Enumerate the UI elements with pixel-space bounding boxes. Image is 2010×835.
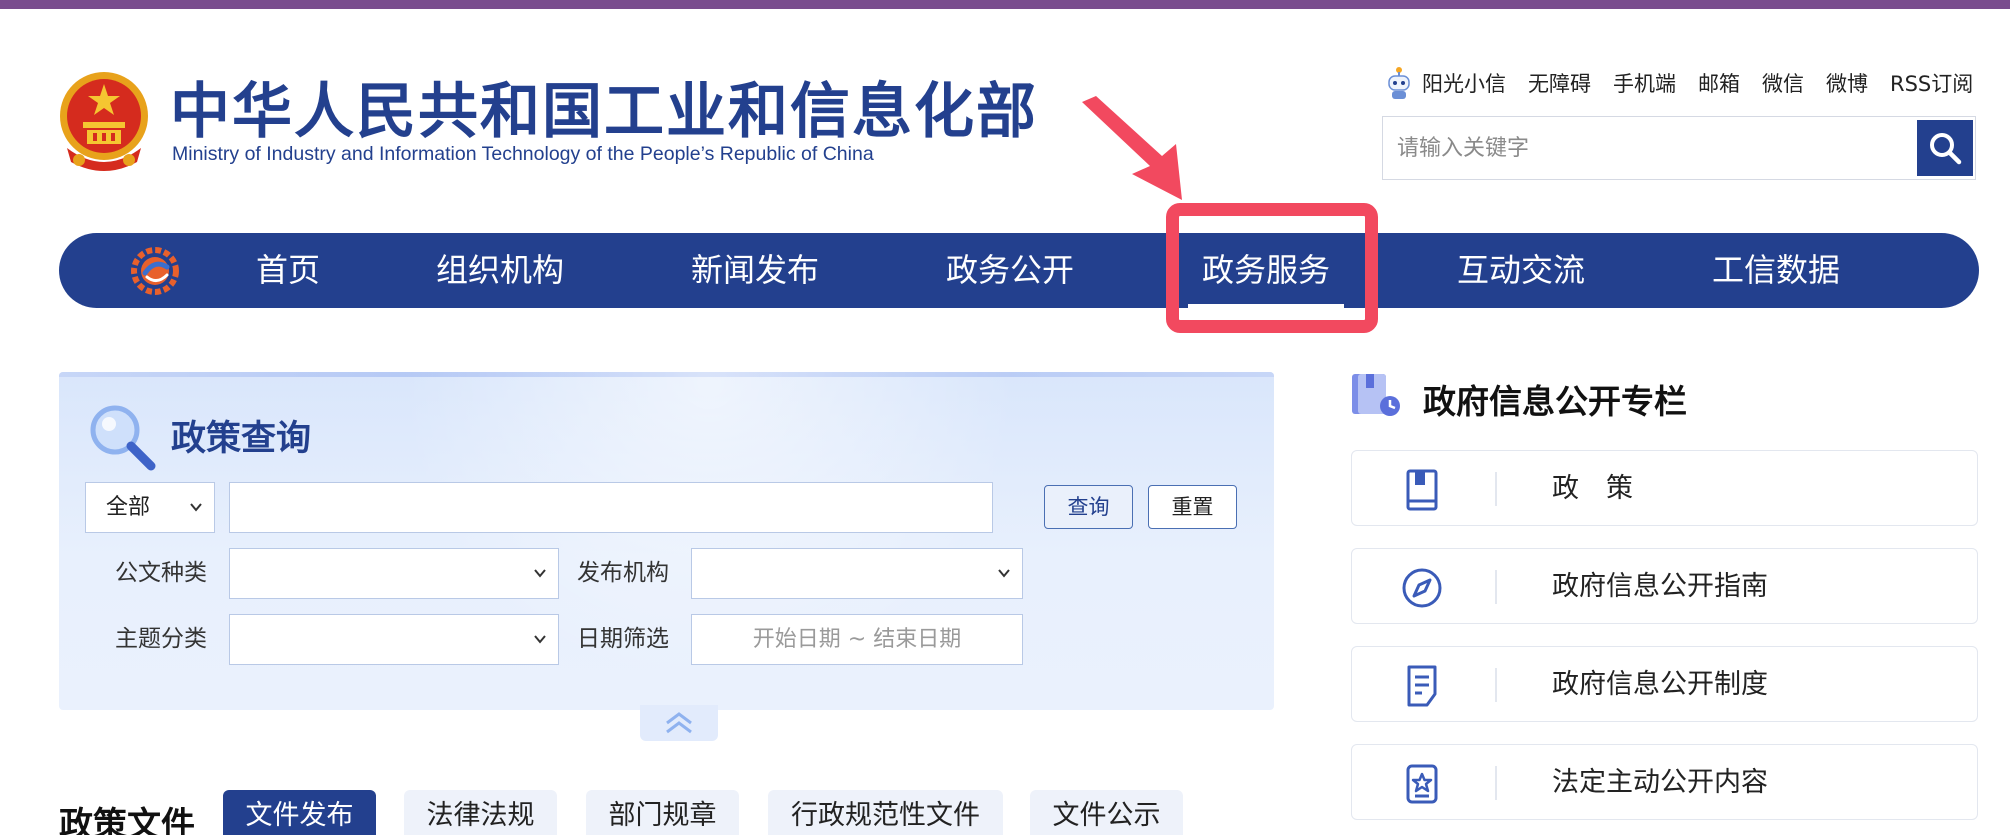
gov-item-system[interactable]: 政府信息公开制度	[1351, 646, 1978, 722]
robot-icon[interactable]	[1384, 66, 1414, 100]
magnifier-icon	[85, 400, 157, 472]
main-nav: 首页 组织机构 新闻发布 政务公开 政务服务 互动交流 工信数据	[59, 233, 1979, 308]
search-icon	[1930, 133, 1962, 165]
separator	[1495, 570, 1497, 604]
search-button[interactable]	[1917, 120, 1973, 176]
query-button[interactable]: 查询	[1044, 485, 1133, 529]
book-icon	[1406, 469, 1438, 511]
publisher-label: 发布机构	[577, 560, 669, 586]
tab-department-rules[interactable]: 部门规章	[586, 790, 739, 835]
nav-organization[interactable]: 组织机构	[432, 233, 568, 308]
quick-link-weibo[interactable]: 微博	[1826, 68, 1868, 98]
reset-button[interactable]: 重置	[1148, 485, 1237, 529]
separator	[1495, 766, 1497, 800]
gov-item-statutory[interactable]: 法定主动公开内容	[1351, 744, 1978, 820]
site-logo-icon[interactable]	[131, 247, 179, 295]
compass-icon	[1402, 568, 1442, 608]
policy-docs-title: 政策文件	[59, 805, 195, 835]
tab-laws[interactable]: 法律法规	[404, 790, 557, 835]
nav-home[interactable]: 首页	[245, 233, 331, 308]
quick-link-accessibility[interactable]: 无障碍	[1528, 68, 1591, 98]
gov-item-label: 政府信息公开指南	[1552, 571, 1768, 602]
gov-item-label: 法定主动公开内容	[1552, 767, 1768, 798]
separator	[1495, 472, 1497, 506]
publisher-select[interactable]	[691, 548, 1023, 599]
double-chevron-up-icon	[666, 712, 692, 734]
doc-type-label: 公文种类	[115, 560, 207, 586]
search-input[interactable]	[1383, 117, 1917, 179]
chevron-down-icon	[190, 503, 202, 512]
scope-select-value: 全部	[106, 495, 151, 520]
collapse-toggle[interactable]	[640, 705, 718, 741]
document-icon	[1407, 665, 1437, 707]
gov-item-guide[interactable]: 政府信息公开指南	[1351, 548, 1978, 624]
badge-icon	[1406, 764, 1438, 804]
gov-info-title: 政府信息公开专栏	[1423, 382, 1687, 421]
nav-interaction[interactable]: 互动交流	[1453, 233, 1589, 308]
quick-link-rss[interactable]: RSS订阅	[1890, 68, 1973, 98]
doc-type-select[interactable]	[229, 548, 559, 599]
gov-item-label: 政 策	[1552, 473, 1633, 504]
quick-links: 阳光小信 无障碍 手机端 邮箱 微信 微博 RSS订阅	[1384, 66, 1973, 100]
arrow-icon	[1080, 96, 1190, 206]
highlight-box	[1166, 203, 1378, 333]
topic-select[interactable]	[229, 614, 559, 665]
chevron-down-icon	[998, 569, 1010, 578]
quick-link-wechat[interactable]: 微信	[1762, 68, 1804, 98]
scope-select[interactable]: 全部	[85, 482, 215, 533]
quick-link-mailbox[interactable]: 邮箱	[1698, 68, 1740, 98]
date-label: 日期筛选	[577, 626, 669, 652]
national-emblem-icon[interactable]	[57, 70, 151, 172]
site-title-cn[interactable]: 中华人民共和国工业和信息化部	[170, 72, 1038, 152]
site-title-en: Ministry of Industry and Information Tec…	[172, 143, 874, 165]
policy-query-panel: 政策查询 全部 查询 重置 公文种类 发布机构 主题分类 日期筛选 开始日期 ~…	[59, 372, 1274, 710]
gov-item-label: 政府信息公开制度	[1552, 669, 1768, 700]
gov-info-icon	[1350, 372, 1406, 418]
keyword-input[interactable]	[229, 482, 993, 533]
quick-link-sunshine[interactable]: 阳光小信	[1422, 68, 1506, 98]
site-search	[1382, 116, 1976, 180]
nav-news[interactable]: 新闻发布	[687, 233, 823, 308]
tab-file-release[interactable]: 文件发布	[223, 790, 376, 835]
date-range-input[interactable]: 开始日期 ~ 结束日期	[691, 614, 1023, 665]
chevron-down-icon	[534, 635, 546, 644]
tab-normative-docs[interactable]: 行政规范性文件	[768, 790, 1003, 835]
topic-label: 主题分类	[115, 626, 207, 652]
top-accent-bar	[0, 0, 2010, 9]
nav-government-affairs[interactable]: 政务公开	[942, 233, 1078, 308]
nav-data[interactable]: 工信数据	[1708, 233, 1844, 308]
quick-link-mobile[interactable]: 手机端	[1613, 68, 1676, 98]
tab-file-publicity[interactable]: 文件公示	[1030, 790, 1183, 835]
separator	[1495, 668, 1497, 702]
policy-query-title: 政策查询	[171, 419, 312, 459]
gov-item-policy[interactable]: 政 策	[1351, 450, 1978, 526]
chevron-down-icon	[534, 569, 546, 578]
